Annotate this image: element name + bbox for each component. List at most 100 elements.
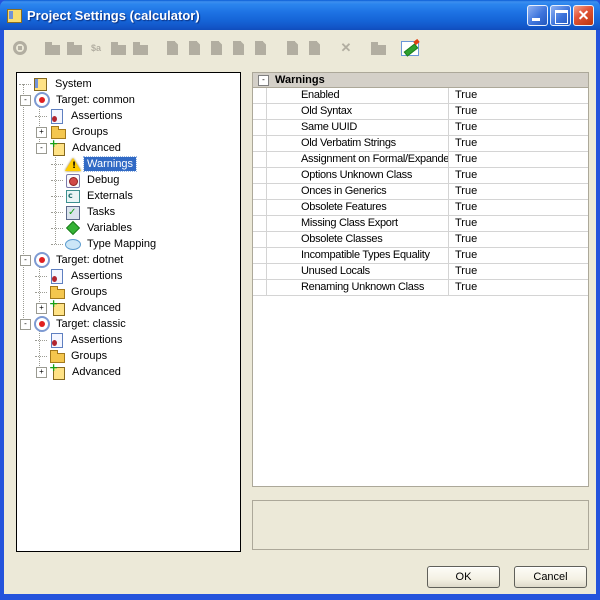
property-row[interactable]: Same UUID True bbox=[253, 120, 588, 136]
tree-item-assertions[interactable]: Assertions bbox=[17, 268, 240, 284]
collapse-expander[interactable]: - bbox=[20, 255, 31, 266]
property-row[interactable]: Old Syntax True bbox=[253, 104, 588, 120]
doc-icon-1[interactable] bbox=[162, 38, 182, 58]
property-value[interactable]: True bbox=[449, 184, 588, 199]
tree-item-advanced[interactable]: - Advanced bbox=[17, 140, 240, 156]
tree-item-target-classic[interactable]: - Target: classic bbox=[17, 316, 240, 332]
property-row[interactable]: Enabled True bbox=[253, 88, 588, 104]
tree-item-label: Assertions bbox=[68, 333, 125, 347]
property-row[interactable]: Old Verbatim Strings True bbox=[253, 136, 588, 152]
property-value[interactable]: True bbox=[449, 232, 588, 247]
collapse-expander[interactable]: - bbox=[20, 319, 31, 330]
doc-icon-4[interactable] bbox=[228, 38, 248, 58]
tree-item-assertions[interactable]: Assertions bbox=[17, 108, 240, 124]
folder-move-icon[interactable] bbox=[130, 38, 150, 58]
row-margin bbox=[253, 136, 267, 151]
app-icon bbox=[6, 7, 22, 23]
tree-item-target-dotnet[interactable]: - Target: dotnet bbox=[17, 252, 240, 268]
property-row[interactable]: Onces in Generics True bbox=[253, 184, 588, 200]
folder-copy-icon[interactable] bbox=[108, 38, 128, 58]
variables-icon bbox=[65, 220, 81, 236]
tree-item-label: Advanced bbox=[69, 141, 124, 155]
collapse-expander[interactable]: - bbox=[20, 95, 31, 106]
target-icon bbox=[34, 316, 50, 332]
settings-tree[interactable]: System - Target: common Assertions + Gro… bbox=[16, 72, 241, 552]
delete-icon[interactable]: ✕ bbox=[336, 38, 356, 58]
tree-item-label: Groups bbox=[68, 285, 110, 299]
property-name: Enabled bbox=[267, 88, 449, 103]
doc-icon-3[interactable] bbox=[206, 38, 226, 58]
tree-item-type-mapping[interactable]: Type Mapping bbox=[17, 236, 240, 252]
folder-open-icon[interactable] bbox=[42, 38, 62, 58]
property-value[interactable]: True bbox=[449, 104, 588, 119]
assertions-icon bbox=[49, 332, 65, 348]
property-row[interactable]: Obsolete Classes True bbox=[253, 232, 588, 248]
row-margin bbox=[253, 280, 267, 295]
tree-item-variables[interactable]: Variables bbox=[17, 220, 240, 236]
tree-item-assertions[interactable]: Assertions bbox=[17, 332, 240, 348]
property-value[interactable]: True bbox=[449, 264, 588, 279]
tree-item-debug[interactable]: Debug bbox=[17, 172, 240, 188]
property-name: Unused Locals bbox=[267, 264, 449, 279]
tree-item-label: System bbox=[52, 77, 95, 91]
property-category-header[interactable]: - Warnings bbox=[253, 73, 588, 88]
tree-item-tasks[interactable]: Tasks bbox=[17, 204, 240, 220]
row-margin bbox=[253, 88, 267, 103]
property-value[interactable]: True bbox=[449, 168, 588, 183]
row-margin bbox=[253, 216, 267, 231]
edit-pencil-icon[interactable] bbox=[400, 38, 420, 58]
tree-connector bbox=[19, 84, 31, 85]
property-row[interactable]: Incompatible Types Equality True bbox=[253, 248, 588, 264]
property-grid[interactable]: - Warnings Enabled True Old Syntax True … bbox=[252, 72, 589, 487]
advanced-icon bbox=[50, 140, 66, 156]
maximize-button[interactable] bbox=[550, 5, 571, 26]
expand-expander[interactable]: + bbox=[36, 303, 47, 314]
property-value[interactable]: True bbox=[449, 136, 588, 151]
property-value[interactable]: True bbox=[449, 280, 588, 295]
dialog-body: $a ✕ System - bbox=[4, 30, 596, 594]
title-bar[interactable]: Project Settings (calculator) bbox=[0, 0, 600, 30]
row-margin bbox=[253, 120, 267, 135]
rename-icon[interactable]: $a bbox=[86, 38, 106, 58]
property-row[interactable]: Options Unknown Class True bbox=[253, 168, 588, 184]
ring-icon[interactable] bbox=[10, 38, 30, 58]
property-value[interactable]: True bbox=[449, 120, 588, 135]
tree-item-target-common[interactable]: - Target: common bbox=[17, 92, 240, 108]
property-value[interactable]: True bbox=[449, 200, 588, 215]
collapse-expander[interactable]: - bbox=[36, 143, 47, 154]
expand-expander[interactable]: + bbox=[36, 367, 47, 378]
doc-icon-2[interactable] bbox=[184, 38, 204, 58]
tasks-icon bbox=[65, 204, 81, 220]
tree-item-label: Type Mapping bbox=[84, 237, 159, 251]
tree-item-system[interactable]: System bbox=[17, 76, 240, 92]
folder-add-icon[interactable] bbox=[64, 38, 84, 58]
property-value[interactable]: True bbox=[449, 248, 588, 263]
tree-item-warnings[interactable]: Warnings bbox=[17, 156, 240, 172]
warning-icon bbox=[65, 156, 81, 172]
doc-icon-5[interactable] bbox=[250, 38, 270, 58]
row-margin bbox=[253, 248, 267, 263]
property-row[interactable]: Missing Class Export True bbox=[253, 216, 588, 232]
commit-icon[interactable] bbox=[368, 38, 388, 58]
tree-item-advanced[interactable]: + Advanced bbox=[17, 364, 240, 380]
row-margin bbox=[253, 104, 267, 119]
clip-paste-icon[interactable] bbox=[282, 38, 302, 58]
tree-item-advanced[interactable]: + Advanced bbox=[17, 300, 240, 316]
property-value[interactable]: True bbox=[449, 152, 588, 167]
property-row[interactable]: Renaming Unknown Class True bbox=[253, 280, 588, 296]
property-value[interactable]: True bbox=[449, 216, 588, 231]
minimize-button[interactable] bbox=[527, 5, 548, 26]
close-button[interactable] bbox=[573, 5, 594, 26]
expand-expander[interactable]: + bbox=[36, 127, 47, 138]
property-name: Obsolete Classes bbox=[267, 232, 449, 247]
property-row[interactable]: Assignment on Formal/Expanded True bbox=[253, 152, 588, 168]
cancel-button[interactable]: Cancel bbox=[514, 566, 587, 588]
property-row[interactable]: Obsolete Features True bbox=[253, 200, 588, 216]
property-row[interactable]: Unused Locals True bbox=[253, 264, 588, 280]
ok-button[interactable]: OK bbox=[427, 566, 500, 588]
property-value[interactable]: True bbox=[449, 88, 588, 103]
tree-item-label: Advanced bbox=[69, 301, 124, 315]
collapse-category-icon[interactable]: - bbox=[258, 75, 269, 86]
tree-item-externals[interactable]: Externals bbox=[17, 188, 240, 204]
clip-copy-icon[interactable] bbox=[304, 38, 324, 58]
